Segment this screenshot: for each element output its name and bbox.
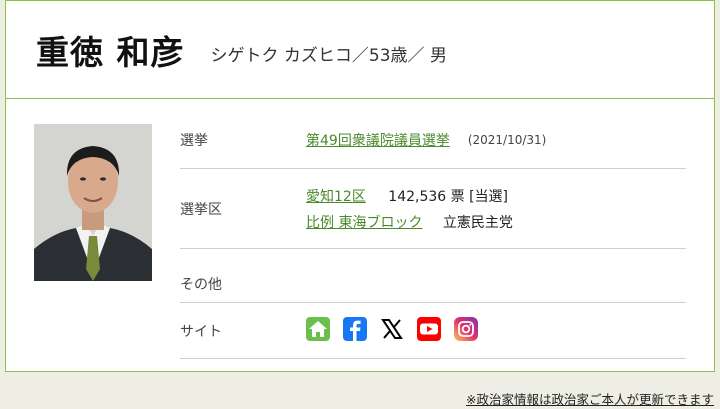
row-other: その他 bbox=[180, 249, 686, 303]
election-date: (2021/10/31) bbox=[467, 132, 547, 147]
site-label: サイト bbox=[180, 323, 222, 340]
portrait-image bbox=[34, 124, 152, 281]
district-link[interactable]: 愛知12区 bbox=[306, 189, 366, 205]
home-icon[interactable] bbox=[306, 316, 330, 345]
politician-subinfo: シゲトク カズヒコ／53歳／ 男 bbox=[210, 46, 447, 66]
row-district: 選挙区 愛知12区 142,536 票 [当選] 比例 東海ブロック 立憲民主党 bbox=[180, 169, 686, 249]
other-value bbox=[306, 249, 686, 302]
youtube-icon[interactable] bbox=[417, 316, 441, 345]
district-label: 選挙区 bbox=[180, 201, 222, 218]
pr-line: 比例 東海ブロック 立憲民主党 bbox=[306, 212, 686, 232]
election-link[interactable]: 第49回衆議院議員選挙 bbox=[306, 130, 450, 150]
district-value: 愛知12区 142,536 票 [当選] 比例 東海ブロック 立憲民主党 bbox=[306, 169, 686, 248]
politician-card: 重徳 和彦 シゲトク カズヒコ／53歳／ 男 選挙 第49回衆議院議員選挙 (2… bbox=[5, 0, 715, 372]
update-note[interactable]: ※政治家情報は政治家ご本人が更新できます bbox=[466, 389, 714, 408]
row-election: 選挙 第49回衆議院議員選挙 (2021/10/31) bbox=[180, 111, 686, 169]
vote-count: 142,536 票 [当選] bbox=[388, 188, 508, 205]
profile-header: 重徳 和彦 シゲトク カズヒコ／53歳／ 男 bbox=[6, 1, 714, 99]
other-label: その他 bbox=[180, 276, 222, 293]
election-label: 選挙 bbox=[180, 132, 208, 149]
x-icon[interactable] bbox=[380, 316, 404, 345]
pr-block-link[interactable]: 比例 東海ブロック bbox=[306, 215, 422, 231]
politician-photo bbox=[34, 124, 152, 281]
sns-links bbox=[306, 303, 686, 358]
politician-name: 重徳 和彦 bbox=[36, 32, 185, 72]
district-line: 愛知12区 142,536 票 [当選] bbox=[306, 186, 686, 206]
election-value: 第49回衆議院議員選挙 (2021/10/31) bbox=[306, 111, 686, 168]
instagram-icon[interactable] bbox=[454, 316, 478, 345]
facebook-icon[interactable] bbox=[343, 316, 367, 345]
row-site: サイト bbox=[180, 303, 686, 359]
party-name: 立憲民主党 bbox=[442, 214, 513, 231]
profile-details: 選挙 第49回衆議院議員選挙 (2021/10/31) 選挙区 愛知12区 14… bbox=[180, 111, 686, 359]
